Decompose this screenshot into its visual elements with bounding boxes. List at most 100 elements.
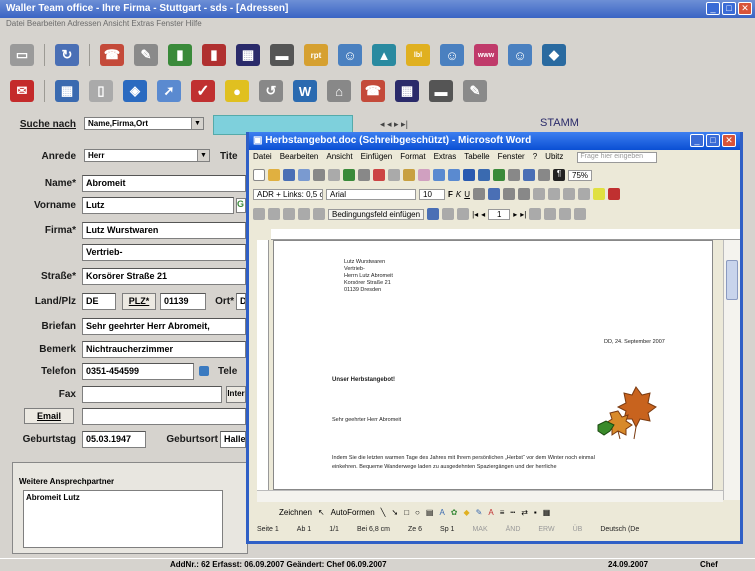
excel-icon[interactable]	[493, 169, 505, 181]
person-icon[interactable]: ☺	[440, 44, 464, 66]
research-icon[interactable]	[358, 169, 370, 181]
mm-doc-icon[interactable]	[253, 208, 265, 220]
phone-icon[interactable]: ☎	[100, 44, 124, 66]
text-color-icon[interactable]: A	[488, 508, 493, 517]
first-record-button[interactable]: |◂	[472, 210, 478, 219]
status-overtype[interactable]: ÜB	[573, 526, 583, 536]
align-left-icon[interactable]	[473, 188, 486, 200]
line-icon[interactable]: ╲	[381, 508, 386, 517]
firma-field-1[interactable]: Lutz Wurstwaren	[82, 222, 246, 239]
shadow-icon[interactable]: ▪	[534, 508, 537, 517]
word-menu-item[interactable]: Bearbeiten	[280, 152, 319, 163]
cut-icon[interactable]	[373, 169, 385, 181]
label-icon[interactable]: lbl	[406, 44, 430, 66]
contact-item[interactable]: Abromeit Lutz	[26, 493, 80, 502]
prev-record-button[interactable]: ◂	[481, 210, 485, 219]
book-icon[interactable]: ▮	[202, 44, 226, 66]
insert-field-dropdown[interactable]: Bedingungsfeld einfügen	[328, 208, 425, 220]
plz-field[interactable]: 01139	[160, 293, 206, 310]
arrow-pointer-icon[interactable]: ↖	[318, 508, 325, 517]
style-combo[interactable]: ADR + Links: 0,5 cm	[253, 188, 323, 200]
phone2-icon[interactable]: ☎	[361, 80, 385, 102]
bemerk-field[interactable]: Nichtraucherzimmer	[82, 341, 246, 358]
hyperlink-icon[interactable]	[463, 169, 475, 181]
word-menu-item[interactable]: ?	[533, 152, 537, 163]
status-extend[interactable]: ERW	[538, 526, 554, 536]
line-color-icon[interactable]: ✎	[476, 508, 483, 517]
check-errors-icon[interactable]	[544, 208, 557, 220]
word-menu-item[interactable]: Tabelle	[464, 152, 489, 163]
edit-icon[interactable]: ✎	[134, 44, 158, 66]
justify-icon[interactable]	[518, 188, 531, 200]
word-close-button[interactable]: ✕	[722, 134, 736, 147]
align-right-icon[interactable]	[503, 188, 516, 200]
status-track[interactable]: ÄND	[506, 526, 521, 536]
web-icon[interactable]: www	[474, 44, 498, 66]
columns-icon[interactable]	[508, 169, 520, 181]
arrow-line-icon[interactable]: ➘	[391, 508, 398, 517]
mm-greeting-icon[interactable]	[313, 208, 325, 220]
contacts-list[interactable]: Abromeit Lutz	[23, 490, 223, 548]
paste-icon[interactable]	[403, 169, 415, 181]
vertical-scrollbar[interactable]	[723, 240, 740, 500]
calendar2-icon[interactable]: ▦	[395, 80, 419, 102]
find-entry-icon[interactable]	[529, 208, 542, 220]
word-menu-item[interactable]: Datei	[253, 152, 272, 163]
autoshapes-menu[interactable]: AutoFormen	[331, 508, 375, 517]
lightbulb-icon[interactable]: ●	[225, 80, 249, 102]
refresh-icon[interactable]: ↻	[55, 44, 79, 66]
email-field[interactable]	[82, 408, 246, 425]
wordart-icon[interactable]: A	[439, 508, 444, 517]
open-icon[interactable]	[268, 169, 280, 181]
horizontal-ruler[interactable]	[271, 229, 740, 240]
next-record-button[interactable]: ▸	[513, 210, 517, 219]
edit2-icon[interactable]: ✎	[463, 80, 487, 102]
check-icon[interactable]: ✓	[191, 80, 215, 102]
help-search-input[interactable]: Frage hier eingeben	[577, 152, 658, 163]
menu-bar[interactable]: Datei Bearbeiten Adressen Ansicht Extras…	[0, 18, 755, 30]
indent-icon[interactable]	[563, 188, 576, 200]
save-icon[interactable]	[283, 169, 295, 181]
line-style-icon[interactable]: ≡	[500, 508, 505, 517]
word-menu-item[interactable]: Ansicht	[326, 152, 352, 163]
door-icon[interactable]: ▮	[168, 44, 192, 66]
briefcase-icon[interactable]: ▬	[270, 44, 294, 66]
textbox-icon[interactable]: ▤	[426, 508, 434, 517]
briefcase2-icon[interactable]: ▬	[429, 80, 453, 102]
strasse-field[interactable]: Korsörer Straße 21	[82, 268, 246, 285]
new-icon[interactable]	[253, 169, 265, 181]
briefan-field[interactable]: Sehr geehrter Herr Abromeit,	[82, 318, 246, 335]
bold-button[interactable]: F	[448, 190, 453, 199]
cycle-icon[interactable]: ↺	[259, 80, 283, 102]
format-painter-icon[interactable]	[418, 169, 430, 181]
word-menu-item[interactable]: Extras	[434, 152, 457, 163]
border-icon[interactable]	[578, 188, 591, 200]
word-icon[interactable]: W	[293, 80, 317, 102]
numbering-icon[interactable]	[533, 188, 546, 200]
geburtstag-field[interactable]: 05.03.1947	[82, 431, 146, 448]
scroll-thumb[interactable]	[726, 260, 738, 300]
vorname-field[interactable]: Lutz	[82, 197, 234, 214]
minimize-button[interactable]: _	[706, 2, 720, 15]
record-number[interactable]: 1	[488, 208, 511, 220]
3d-icon[interactable]: ▦	[543, 508, 551, 517]
table-icon[interactable]	[478, 169, 490, 181]
arrow-icon[interactable]: ◆	[542, 44, 566, 66]
align-center-icon[interactable]	[488, 188, 501, 200]
gender-indicator[interactable]: G	[236, 198, 246, 213]
spelling-icon[interactable]	[343, 169, 355, 181]
land-field[interactable]: DE	[82, 293, 116, 310]
underline-button[interactable]: U	[464, 190, 470, 199]
highlight-fields-icon[interactable]	[442, 208, 455, 220]
chevron-down-icon[interactable]: ▼	[197, 150, 209, 161]
grid-icon[interactable]: ▦	[55, 80, 79, 102]
fax-field[interactable]	[82, 386, 222, 403]
telefon-field[interactable]: 0351-454599	[82, 363, 194, 380]
size-combo[interactable]: 10	[419, 188, 445, 200]
dial-icon[interactable]	[199, 366, 209, 376]
user-icon[interactable]: ☺	[338, 44, 362, 66]
match-fields-icon[interactable]	[457, 208, 470, 220]
document-page[interactable]: Lutz Wurstwaren Vertrieb- Herrn Lutz Abr…	[273, 240, 713, 490]
word-maximize-button[interactable]: □	[706, 134, 720, 147]
document-icon[interactable]: ▯	[89, 80, 113, 102]
